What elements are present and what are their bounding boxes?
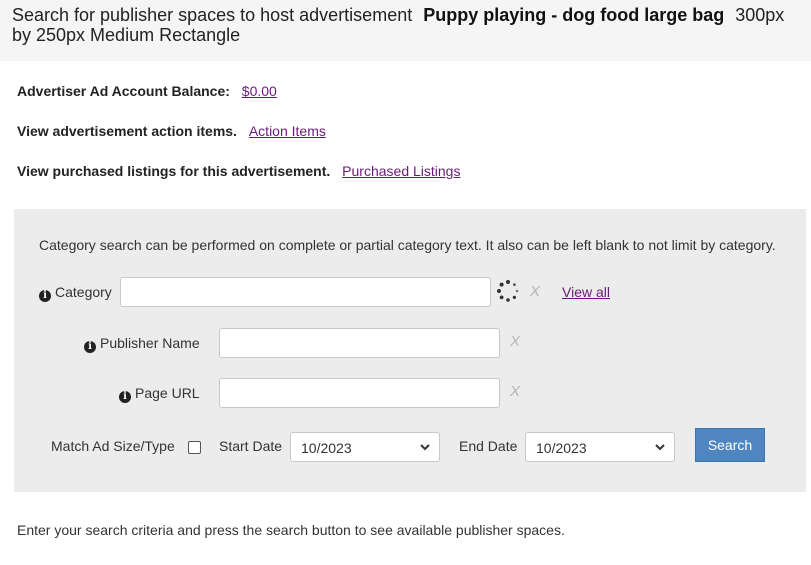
- page-header: Search for publisher spaces to host adve…: [0, 0, 811, 61]
- page-url-clear-button[interactable]: X: [510, 383, 520, 400]
- search-instructions: Enter your search criteria and press the…: [17, 522, 565, 538]
- match-ad-size-checkbox[interactable]: [188, 441, 201, 454]
- search-button[interactable]: Search: [695, 428, 765, 462]
- category-clear-button[interactable]: X: [530, 283, 540, 300]
- page-url-label: Page URL: [135, 385, 200, 401]
- end-date-value: 10/2023: [536, 440, 587, 456]
- start-date-label: Start Date: [219, 438, 283, 454]
- category-label-group: i Category: [39, 284, 112, 302]
- end-date-label: End Date: [459, 438, 518, 454]
- account-balance-row: Advertiser Ad Account Balance: $0.00: [17, 83, 277, 99]
- chevron-down-icon: [655, 444, 665, 451]
- chevron-down-icon: [420, 444, 430, 451]
- action-items-row: View advertisement action items. Action …: [17, 123, 326, 139]
- header-prefix: Search for publisher spaces to host adve…: [12, 5, 413, 25]
- search-panel: Category search can be performed on comp…: [14, 209, 806, 492]
- start-date-select[interactable]: 10/2023: [290, 432, 440, 462]
- purchased-listings-link[interactable]: Purchased Listings: [342, 163, 460, 179]
- publisher-name-input[interactable]: [219, 328, 500, 358]
- info-circle-icon: i: [39, 290, 51, 302]
- loading-spinner-icon: [497, 280, 519, 302]
- info-circle-icon: i: [84, 341, 96, 353]
- end-date-select[interactable]: 10/2023: [525, 432, 675, 462]
- purchased-listings-row: View purchased listings for this adverti…: [17, 163, 460, 179]
- action-items-link[interactable]: Action Items: [249, 123, 326, 139]
- start-date-value: 10/2023: [301, 440, 352, 456]
- ad-product-name: Puppy playing - dog food large bag: [423, 5, 725, 25]
- publisher-label-group: i Publisher Name: [84, 335, 200, 353]
- page-url-label-group: i Page URL: [119, 385, 200, 403]
- match-ad-size-label: Match Ad Size/Type: [51, 438, 175, 454]
- page-url-input[interactable]: [219, 378, 500, 408]
- category-input[interactable]: [120, 277, 491, 307]
- info-circle-icon: i: [119, 391, 131, 403]
- account-balance-label: Advertiser Ad Account Balance:: [17, 83, 230, 99]
- category-search-note: Category search can be performed on comp…: [39, 237, 776, 253]
- action-items-label: View advertisement action items.: [17, 123, 237, 139]
- account-balance-link[interactable]: $0.00: [242, 83, 277, 99]
- publisher-name-label: Publisher Name: [100, 335, 200, 351]
- view-all-link[interactable]: View all: [562, 284, 610, 300]
- publisher-clear-button[interactable]: X: [510, 333, 520, 350]
- category-label: Category: [55, 284, 112, 300]
- purchased-listings-label: View purchased listings for this adverti…: [17, 163, 331, 179]
